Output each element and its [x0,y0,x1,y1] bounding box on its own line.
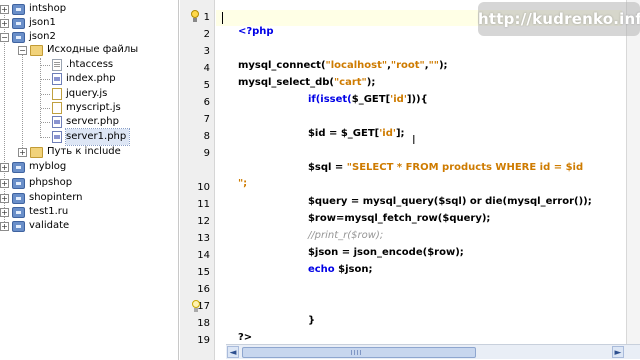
code-line-9: $sql = "SELECT * FROM products WHERE id … [294,147,583,173]
code-area[interactable]: <?php mysql_connect("localhost","root","… [0,0,640,360]
scrollbar-thumb[interactable] [242,347,476,358]
code-variable: $json [338,264,369,275]
code-string: "SELECT * FROM products WHERE id = $id [346,162,584,173]
code-string: 'id' [390,94,407,105]
code-line-11: $row=mysql_fetch_row($query); [294,198,490,224]
code-line-19: ?> [224,317,252,343]
code-line-17: } [294,300,315,326]
code-token: ); [455,247,464,258]
code-line-13: $json = json_encode($row); [294,232,464,258]
code-string: "root" [390,60,425,71]
code-token: = [325,128,341,139]
code-variable: $id [307,128,326,139]
code-token: ; [368,264,373,275]
code-string: "" [428,60,439,71]
code-token: ])){ [406,94,428,105]
code-line-3: mysql_connect("localhost","root",""); [224,45,448,71]
code-line-4: mysql_select_db("cart"); [224,62,375,88]
code-string: "; [237,178,248,189]
code-line-10: $query = mysql_query($sql) or die(mysql_… [294,181,592,207]
code-line-1: <?php [224,11,274,37]
code-line-9-wrap: "; [224,163,247,189]
code-variable: $row [427,247,456,258]
horizontal-scrollbar[interactable]: ◄ ► [226,344,640,359]
text-caret [222,12,223,24]
code-line-14: echo $json; [294,249,373,275]
php-open-tag: <?php [237,26,274,37]
code-token: ); [481,213,491,224]
code-keyword: if(isset( [307,94,352,105]
scroll-left-arrow-icon[interactable]: ◄ [227,346,239,358]
code-line-5: if(isset($_GET['id'])){ [294,79,428,105]
code-line-7: $id = $_GET['id']; [294,113,405,139]
code-token: ]; [395,128,405,139]
code-string: 'id' [379,128,396,139]
code-variable: $_GET [351,94,386,105]
watermark: http://kudrenko.info [478,2,640,36]
code-variable: $query [442,213,482,224]
code-token: ); [438,60,448,71]
scroll-right-arrow-icon[interactable]: ► [612,346,624,358]
vertical-scrollbar[interactable] [626,0,640,344]
code-token: } [307,315,316,326]
ibeam-cursor-icon: Ι [412,133,416,147]
php-close-tag: ?> [237,332,253,343]
code-keyword: echo [307,264,339,275]
code-variable: $sql [307,162,332,173]
code-line-12: //print_r($row); [294,215,383,241]
code-variable: $_GET [340,128,375,139]
code-token: = [331,162,347,173]
